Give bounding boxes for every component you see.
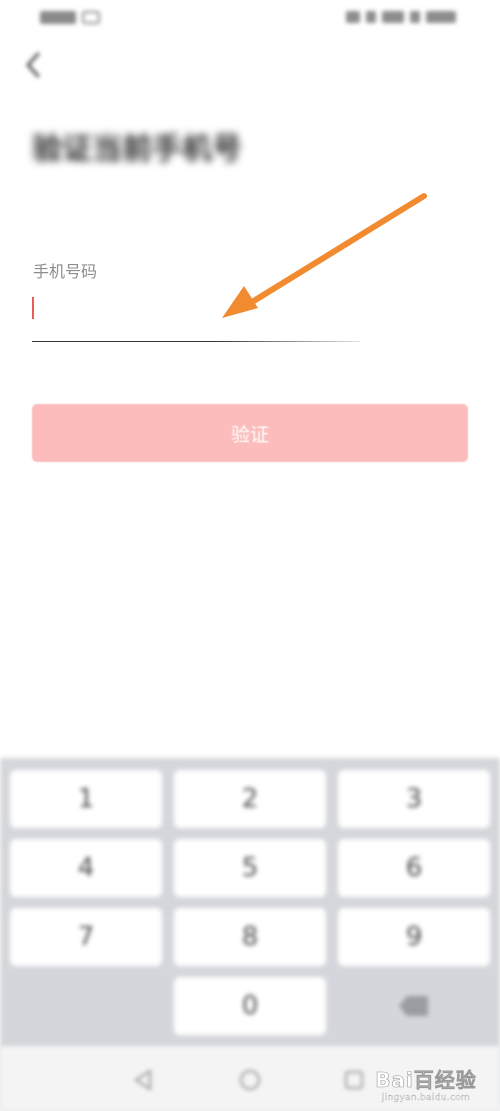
time-text [426,11,456,23]
baidu-jingyan-watermark: Bai百经验 jingyan.baidu.com [368,1058,484,1108]
key-9[interactable]: 9 [338,908,490,966]
chevron-left-icon [26,52,40,78]
wifi-icon [382,11,404,23]
signal-indicator [40,9,110,25]
text-cursor [32,297,34,319]
key-5[interactable]: 5 [174,839,326,897]
watermark-brand: Bai百经验 [375,1067,477,1092]
phone-input[interactable] [32,292,362,338]
status-icons [316,9,456,25]
verify-button[interactable]: 验证 [32,404,468,462]
nav-back-button[interactable] [132,1068,156,1092]
page-title: 验证当前手机号 [32,132,242,167]
key-2[interactable]: 2 [174,770,326,828]
key-1[interactable]: 1 [10,770,162,828]
wifi-box-icon [82,10,100,24]
circle-home-icon [240,1070,260,1090]
key-8[interactable]: 8 [174,908,326,966]
alarm-icon [346,11,360,23]
key-6[interactable]: 6 [338,839,490,897]
delete-key[interactable] [338,977,490,1035]
square-recent-icon [345,1071,363,1089]
key-7[interactable]: 7 [10,908,162,966]
mute-icon [366,11,376,23]
carrier-signal-icon [40,10,76,24]
key-0[interactable]: 0 [174,977,326,1035]
watermark-url: jingyan.baidu.com [381,1092,471,1103]
nav-home-button[interactable] [238,1068,262,1092]
backspace-icon [399,996,428,1016]
nav-recent-button[interactable] [342,1068,366,1092]
back-button[interactable] [18,48,50,82]
triangle-back-icon [134,1069,151,1091]
page-subtitle [32,188,432,212]
input-underline [32,341,360,342]
phone-label: 手机号码 [33,262,98,281]
key-4[interactable]: 4 [10,839,162,897]
network-icon [410,11,420,23]
status-bar [0,0,500,36]
key-3[interactable]: 3 [338,770,490,828]
